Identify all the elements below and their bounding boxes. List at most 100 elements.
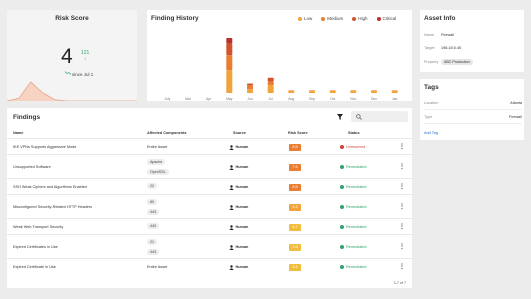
bar-segment[interactable] bbox=[247, 85, 253, 90]
source-label: Human bbox=[235, 245, 249, 249]
finding-source: Human bbox=[229, 184, 249, 190]
asset-info-card: Asset Info Name Firewall Target 198.18.5… bbox=[420, 10, 524, 72]
col-header-risk-score[interactable]: Risk Score bbox=[288, 131, 308, 135]
bar-segment[interactable] bbox=[391, 90, 398, 93]
bar-segment[interactable] bbox=[309, 90, 315, 93]
check-circle-icon bbox=[340, 164, 344, 169]
component-chip[interactable]: 443 bbox=[147, 248, 159, 255]
search-box[interactable] bbox=[351, 111, 408, 122]
finding-status: Remediated bbox=[340, 164, 366, 169]
bar-segment[interactable] bbox=[267, 77, 274, 82]
row-more-menu-icon[interactable]: ⋮ bbox=[399, 144, 405, 150]
finding-name[interactable]: IKE VPNs Supports Aggressive Mode bbox=[13, 145, 76, 149]
finding-status: Remediated bbox=[340, 244, 366, 249]
table-row[interactable]: Misconfigured Security-Related HTTP Head… bbox=[7, 194, 412, 218]
component-chip[interactable]: Apache bbox=[147, 158, 166, 165]
bar-segment[interactable] bbox=[329, 90, 336, 93]
asset-name-value: Firewall bbox=[441, 33, 455, 37]
bar-segment[interactable] bbox=[226, 38, 233, 44]
trend-down-icon bbox=[65, 71, 71, 75]
x-tick-label: Oct bbox=[330, 97, 335, 101]
finding-name[interactable]: Misconfigured Security-Related HTTP Head… bbox=[13, 205, 92, 209]
table-row[interactable]: Weak Web Transport Security 443 Human 4.7 Re… bbox=[7, 218, 412, 234]
bar-segment[interactable] bbox=[267, 81, 274, 86]
bar-segment[interactable] bbox=[247, 83, 253, 86]
x-tick-label: May bbox=[226, 97, 233, 101]
tags-card: Tags Location Atlanta Type Firewall Add … bbox=[420, 79, 524, 140]
search-input[interactable] bbox=[365, 112, 405, 121]
bar-segment[interactable] bbox=[288, 90, 295, 93]
asset-property-chip[interactable]: ABC Production bbox=[441, 59, 473, 65]
bar-segment[interactable] bbox=[226, 43, 233, 56]
bar-segment[interactable] bbox=[226, 55, 233, 71]
finding-name[interactable]: Weak Web Transport Security bbox=[13, 225, 63, 229]
x-tick-label: July bbox=[164, 97, 170, 101]
col-header-status[interactable]: Status bbox=[348, 131, 360, 135]
status-label: Remediated bbox=[346, 184, 367, 189]
table-row[interactable]: Expired Certificates in Use 21 443 Human 3.6… bbox=[7, 234, 412, 258]
table-row[interactable]: IKE VPNs Supports Aggressive Mode Entire … bbox=[7, 138, 412, 154]
finding-name[interactable]: SSH Weak Ciphers and Algorithms Enabled bbox=[13, 185, 87, 189]
component-chip[interactable]: 443 bbox=[147, 208, 159, 215]
row-more-menu-icon[interactable]: ⋮ bbox=[399, 204, 405, 210]
table-row[interactable]: Unsupported Software Apache OpenSSL Human 7.… bbox=[7, 154, 412, 178]
row-more-menu-icon[interactable]: ⋮ bbox=[399, 264, 405, 270]
finding-source: Human bbox=[229, 224, 248, 230]
x-tick-label: Nov bbox=[350, 97, 356, 101]
risk-since-label: since Jul 1 bbox=[72, 72, 94, 77]
finding-name[interactable]: Unsupported Software bbox=[13, 165, 51, 169]
source-label: Human bbox=[235, 185, 249, 189]
component-chip[interactable]: 80 bbox=[147, 198, 157, 205]
row-more-menu-icon[interactable]: ⋮ bbox=[399, 184, 405, 190]
person-icon bbox=[229, 184, 234, 190]
source-label: Human bbox=[235, 165, 249, 169]
filter-icon[interactable] bbox=[337, 114, 343, 120]
row-more-menu-icon[interactable]: ⋮ bbox=[399, 244, 405, 250]
x-tick-label: Apr bbox=[206, 97, 212, 101]
affected-component: Entire Asset bbox=[147, 144, 168, 149]
finding-source: Human bbox=[229, 244, 249, 250]
asset-target-key: Target bbox=[424, 46, 435, 50]
table-row[interactable]: SSH Weak Ciphers and Algorithms Enabled 2… bbox=[7, 178, 412, 194]
col-header-components[interactable]: Affected Components bbox=[147, 131, 186, 135]
x-tick-label: Jul bbox=[269, 97, 274, 101]
asset-target-row: Target 198.18.5.45 bbox=[424, 46, 522, 50]
finding-name[interactable]: Expired Certificate in Use bbox=[13, 265, 56, 269]
risk-score-title: Risk Score bbox=[55, 15, 89, 22]
x-tick-label: Mar bbox=[185, 97, 192, 101]
bar-segment[interactable] bbox=[267, 85, 274, 93]
bar-segment[interactable] bbox=[371, 90, 377, 93]
person-icon bbox=[229, 144, 234, 150]
finding-status: Remediated bbox=[340, 224, 366, 229]
risk-delta-arrow: ↓ bbox=[83, 56, 87, 62]
tag-location-key: Location bbox=[424, 101, 439, 105]
component-chip[interactable]: OpenSSL bbox=[147, 168, 169, 175]
component-chip[interactable]: 443 bbox=[147, 223, 159, 229]
asset-property-key: Property bbox=[424, 60, 439, 64]
finding-source: Human bbox=[229, 164, 249, 170]
risk-score-value: 4 bbox=[61, 45, 73, 68]
tag-row-location: Location Atlanta bbox=[424, 101, 522, 110]
col-header-name[interactable]: Name bbox=[13, 131, 23, 135]
check-circle-icon bbox=[340, 184, 344, 189]
add-tag-link[interactable]: Add Tag bbox=[424, 131, 438, 135]
table-row[interactable]: Expired Certificate in Use Entire Asset Hu… bbox=[7, 258, 412, 274]
pagination-label: 1-7 of 7 bbox=[393, 281, 406, 285]
check-circle-icon bbox=[340, 244, 344, 249]
row-more-menu-icon[interactable]: ⋮ bbox=[399, 224, 405, 230]
component-chip[interactable]: 22 bbox=[147, 183, 157, 189]
row-more-menu-icon[interactable]: ⋮ bbox=[399, 164, 405, 170]
bar-segment[interactable] bbox=[350, 90, 357, 93]
tag-type-key: Type bbox=[424, 115, 433, 119]
bar-segment[interactable] bbox=[247, 89, 253, 93]
finding-history-card: Finding History Low Medium High Critical Ju… bbox=[147, 10, 412, 101]
finding-source: Human bbox=[229, 204, 248, 210]
bar-segment[interactable] bbox=[226, 70, 233, 93]
error-icon bbox=[340, 144, 344, 149]
x-tick-label: Jan bbox=[392, 97, 398, 101]
component-chip[interactable]: 21 bbox=[147, 238, 157, 245]
finding-name[interactable]: Expired Certificates in Use bbox=[13, 245, 58, 249]
source-label: Human bbox=[235, 145, 249, 149]
tags-title: Tags bbox=[424, 84, 439, 91]
col-header-source[interactable]: Source bbox=[233, 131, 246, 135]
